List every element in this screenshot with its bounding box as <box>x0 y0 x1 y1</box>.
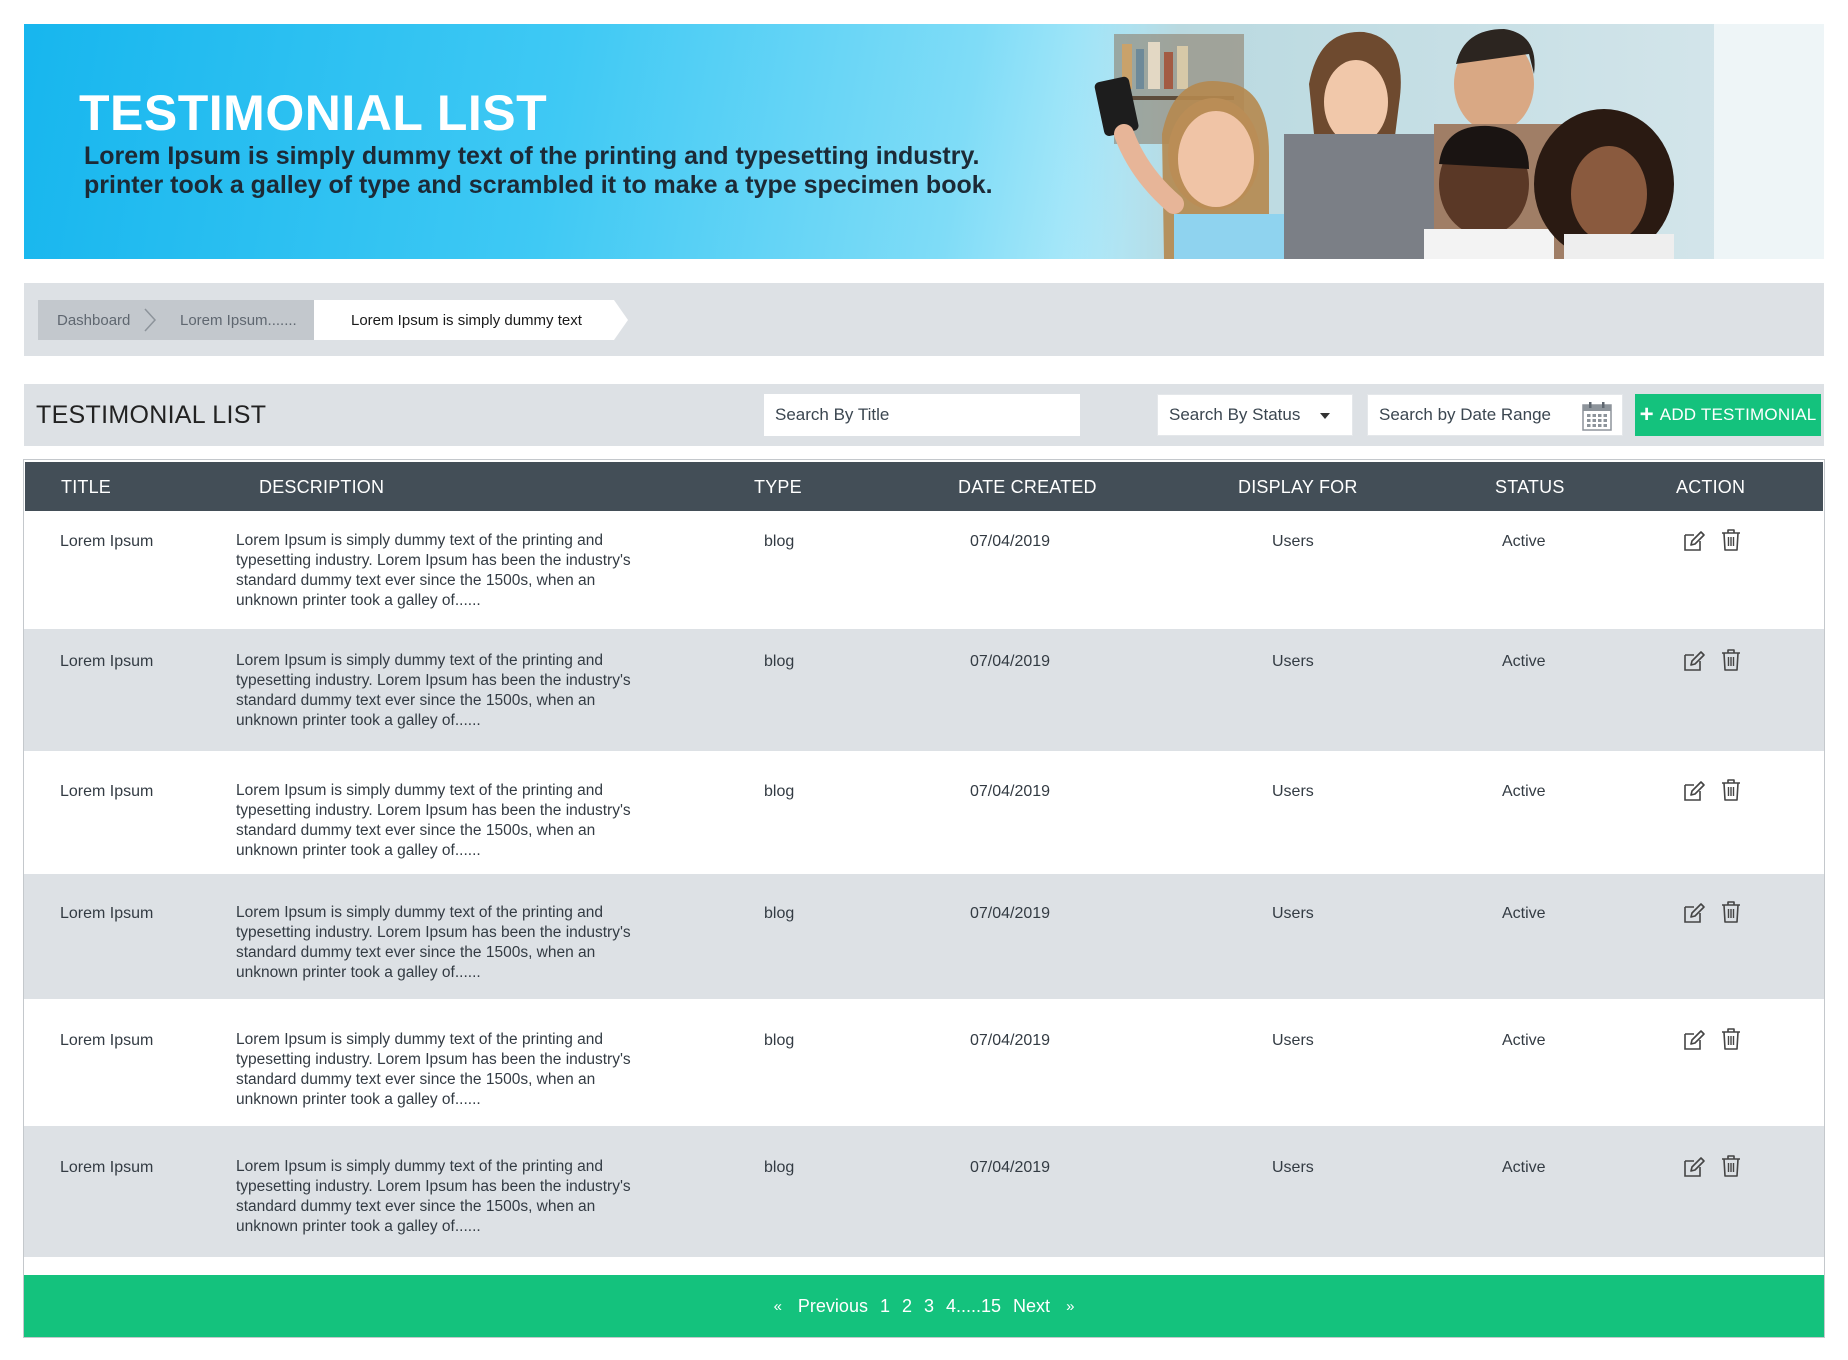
last-page-icon[interactable]: » <box>1066 1298 1074 1315</box>
next-page-link[interactable]: Next <box>1013 1296 1050 1317</box>
cell-date-created: 07/04/2019 <box>970 905 1051 922</box>
add-testimonial-label: ADD TESTIMONIAL <box>1659 405 1817 424</box>
edit-icon[interactable] <box>1682 779 1706 803</box>
col-header-title: TITLE <box>61 477 112 497</box>
cell-display-for: Users <box>1272 1159 1314 1176</box>
cell-title: Lorem Ipsum <box>60 1159 154 1176</box>
hero-banner: TESTIMONIAL LIST Lorem Ipsum is simply d… <box>24 24 1824 259</box>
cell-title: Lorem Ipsum <box>60 533 154 550</box>
search-date-label: Search by Date Range <box>1379 405 1551 424</box>
breadcrumb-current: Lorem Ipsum is simply dummy text <box>314 300 628 340</box>
col-header-action: ACTION <box>1676 477 1746 497</box>
page-link-3[interactable]: 3 <box>924 1296 934 1317</box>
table-row: Lorem Ipsum Lorem Ipsum is simply dummy t… <box>24 874 1824 999</box>
trash-icon[interactable] <box>1721 648 1741 672</box>
cell-status: Active <box>1502 905 1546 922</box>
cell-type: blog <box>764 1159 795 1176</box>
list-title: TESTIMONIAL LIST <box>36 401 267 429</box>
search-status-select[interactable]: Search By Status <box>1157 394 1353 436</box>
plus-icon: + <box>1639 401 1654 428</box>
cell-date-created: 07/04/2019 <box>970 653 1051 670</box>
cell-status: Active <box>1502 1159 1546 1176</box>
cell-title: Lorem Ipsum <box>60 783 154 800</box>
edit-icon[interactable] <box>1682 1155 1706 1179</box>
table-row: Lorem Ipsum Lorem Ipsum is simply dummy t… <box>24 629 1824 751</box>
hero-group-photo <box>1064 24 1824 259</box>
page-link-1[interactable]: 1 <box>880 1296 890 1317</box>
cell-status: Active <box>1502 653 1546 670</box>
col-header-description: DESCRIPTION <box>259 477 385 497</box>
list-toolbar: TESTIMONIAL LIST Search By Status Search… <box>24 384 1824 446</box>
chevron-right-icon <box>144 308 157 332</box>
page-link-range[interactable]: 4.....15 <box>946 1296 1001 1317</box>
cell-date-created: 07/04/2019 <box>970 533 1051 550</box>
cell-type: blog <box>764 905 795 922</box>
first-page-icon[interactable]: « <box>774 1298 782 1315</box>
cell-display-for: Users <box>1272 905 1314 922</box>
cell-description: Lorem Ipsum is simply dummy text of the … <box>236 1031 631 1108</box>
cell-description: Lorem Ipsum is simply dummy text of the … <box>236 652 631 729</box>
search-date-range[interactable]: Search by Date Range <box>1367 394 1623 436</box>
cell-type: blog <box>764 533 795 550</box>
add-testimonial-button[interactable]: + ADD TESTIMONIAL <box>1635 394 1821 436</box>
cell-date-created: 07/04/2019 <box>970 1159 1051 1176</box>
cell-type: blog <box>764 653 795 670</box>
trash-icon[interactable] <box>1721 528 1741 552</box>
table-row: Lorem Ipsum Lorem Ipsum is simply dummy t… <box>24 513 1824 629</box>
cell-title: Lorem Ipsum <box>60 905 154 922</box>
cell-title: Lorem Ipsum <box>60 653 154 670</box>
col-header-display-for: DISPLAY FOR <box>1238 477 1358 497</box>
breadcrumb: Dashboard Lorem Ipsum....... Lorem Ipsum… <box>24 283 1824 356</box>
edit-icon[interactable] <box>1682 901 1706 925</box>
cell-type: blog <box>764 1032 795 1049</box>
edit-icon[interactable] <box>1682 529 1706 553</box>
cell-status: Active <box>1502 783 1546 800</box>
hero-subtitle: Lorem Ipsum is simply dummy text of the … <box>84 142 993 199</box>
cell-description: Lorem Ipsum is simply dummy text of the … <box>236 904 631 981</box>
search-status-label: Search By Status <box>1169 405 1301 424</box>
table-row: Lorem Ipsum Lorem Ipsum is simply dummy t… <box>24 1126 1824 1257</box>
trash-icon[interactable] <box>1721 778 1741 802</box>
trash-icon[interactable] <box>1721 1027 1741 1051</box>
pagination: « Previous 1 2 3 4.....15 Next » <box>24 1275 1824 1337</box>
cell-description: Lorem Ipsum is simply dummy text of the … <box>236 532 631 609</box>
cell-display-for: Users <box>1272 783 1314 800</box>
edit-icon[interactable] <box>1682 649 1706 673</box>
cell-description: Lorem Ipsum is simply dummy text of the … <box>236 782 631 859</box>
hero-title: TESTIMONIAL LIST <box>79 85 548 141</box>
col-header-date-created: DATE CREATED <box>958 477 1097 497</box>
breadcrumb-lorem-ipsum[interactable]: Lorem Ipsum....... <box>148 300 330 340</box>
cell-display-for: Users <box>1272 533 1314 550</box>
edit-icon[interactable] <box>1682 1028 1706 1052</box>
cell-status: Active <box>1502 1032 1546 1049</box>
cell-status: Active <box>1502 533 1546 550</box>
table-row: Lorem Ipsum Lorem Ipsum is simply dummy t… <box>24 751 1824 874</box>
previous-page-link[interactable]: Previous <box>798 1296 868 1317</box>
testimonial-table: TITLE DESCRIPTION TYPE DATE CREATED DISP… <box>23 459 1825 1338</box>
search-title-input[interactable] <box>764 394 1080 436</box>
trash-icon[interactable] <box>1721 1154 1741 1178</box>
cell-description: Lorem Ipsum is simply dummy text of the … <box>236 1158 631 1235</box>
table-header: TITLE DESCRIPTION TYPE DATE CREATED DISP… <box>25 462 1823 511</box>
table-row: Lorem Ipsum Lorem Ipsum is simply dummy t… <box>24 999 1824 1126</box>
caret-down-icon <box>1320 413 1330 419</box>
col-header-type: TYPE <box>754 477 802 497</box>
trash-icon[interactable] <box>1721 900 1741 924</box>
cell-type: blog <box>764 783 795 800</box>
cell-title: Lorem Ipsum <box>60 1032 154 1049</box>
cell-display-for: Users <box>1272 653 1314 670</box>
cell-date-created: 07/04/2019 <box>970 1032 1051 1049</box>
calendar-icon[interactable] <box>1582 401 1612 431</box>
breadcrumb-dashboard[interactable]: Dashboard <box>38 300 148 340</box>
col-header-status: STATUS <box>1495 477 1565 497</box>
page-link-2[interactable]: 2 <box>902 1296 912 1317</box>
cell-display-for: Users <box>1272 1032 1314 1049</box>
cell-date-created: 07/04/2019 <box>970 783 1051 800</box>
